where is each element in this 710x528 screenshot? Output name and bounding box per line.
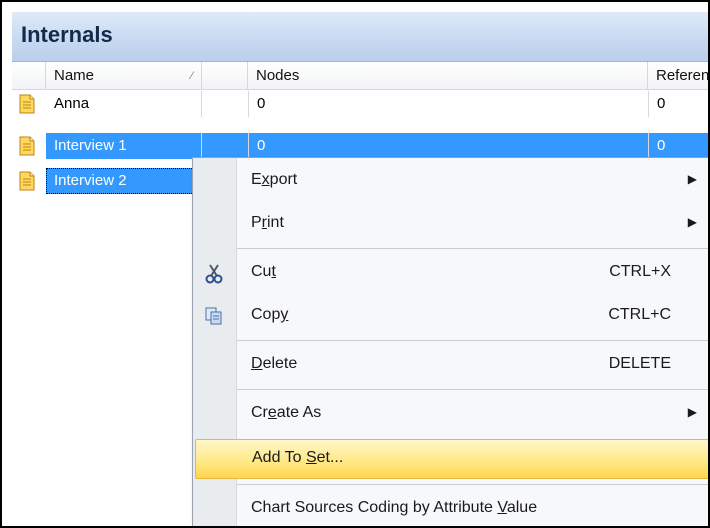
row-nodes: 0 xyxy=(248,91,648,117)
menu-separator xyxy=(237,340,708,341)
menu-item-copy[interactable]: Copy CTRL+C xyxy=(193,296,708,336)
row-name: Interview 1 xyxy=(46,133,202,159)
document-icon xyxy=(19,136,35,156)
submenu-arrow-icon: ▶ xyxy=(687,405,697,419)
menu-item-export[interactable]: Export ▶ xyxy=(193,161,708,201)
row-name: Anna xyxy=(46,91,202,117)
column-header-name-label: Name xyxy=(54,67,95,84)
menu-separator xyxy=(237,389,708,390)
menu-separator xyxy=(237,248,708,249)
panel-header: Internals xyxy=(12,12,708,62)
row-references: 0 xyxy=(648,91,708,117)
row-nodes: 0 xyxy=(248,133,648,159)
table-row[interactable]: Interview 1 0 0 xyxy=(12,133,708,159)
submenu-arrow-icon: ▶ xyxy=(687,215,697,229)
shortcut-label: CTRL+C xyxy=(608,306,671,323)
shortcut-label: CTRL+X xyxy=(609,263,671,280)
column-header-row: Name ∕ Nodes Referen xyxy=(12,62,708,90)
column-header-references[interactable]: Referen xyxy=(648,62,708,90)
shortcut-label: DELETE xyxy=(608,355,671,372)
column-header-icon[interactable] xyxy=(12,62,46,90)
copy-icon xyxy=(205,307,222,325)
column-header-spacer xyxy=(202,62,248,90)
column-header-name[interactable]: Name ∕ xyxy=(46,62,202,90)
menu-item-cut[interactable]: Cut CTRL+X xyxy=(193,253,708,293)
menu-item-delete[interactable]: Delete DELETE xyxy=(193,345,708,385)
internals-window: Internals Name ∕ Nodes Referen Anna 0 0 xyxy=(0,0,710,528)
row-name: Interview 2 xyxy=(46,168,202,194)
context-menu: Export ▶ Print ▶ Cut CTRL+X Copy CTRL+C … xyxy=(192,157,708,526)
column-header-nodes[interactable]: Nodes xyxy=(248,62,648,90)
menu-item-print[interactable]: Print ▶ xyxy=(193,204,708,244)
table-row[interactable]: Anna 0 0 xyxy=(12,91,708,117)
menu-item-add-to-set[interactable]: Add To Set... xyxy=(195,439,708,479)
scissors-icon xyxy=(205,264,223,284)
sort-indicator-icon: ∕ xyxy=(191,70,193,82)
menu-item-chart-sources[interactable]: Chart Sources Coding by Attribute Value xyxy=(193,489,708,526)
panel-title: Internals xyxy=(21,22,113,47)
menu-separator xyxy=(237,484,708,485)
document-icon xyxy=(19,94,35,114)
menu-item-create-as[interactable]: Create As ▶ xyxy=(193,394,708,434)
row-references: 0 xyxy=(648,133,708,159)
submenu-arrow-icon: ▶ xyxy=(687,172,697,186)
document-icon xyxy=(19,171,35,191)
